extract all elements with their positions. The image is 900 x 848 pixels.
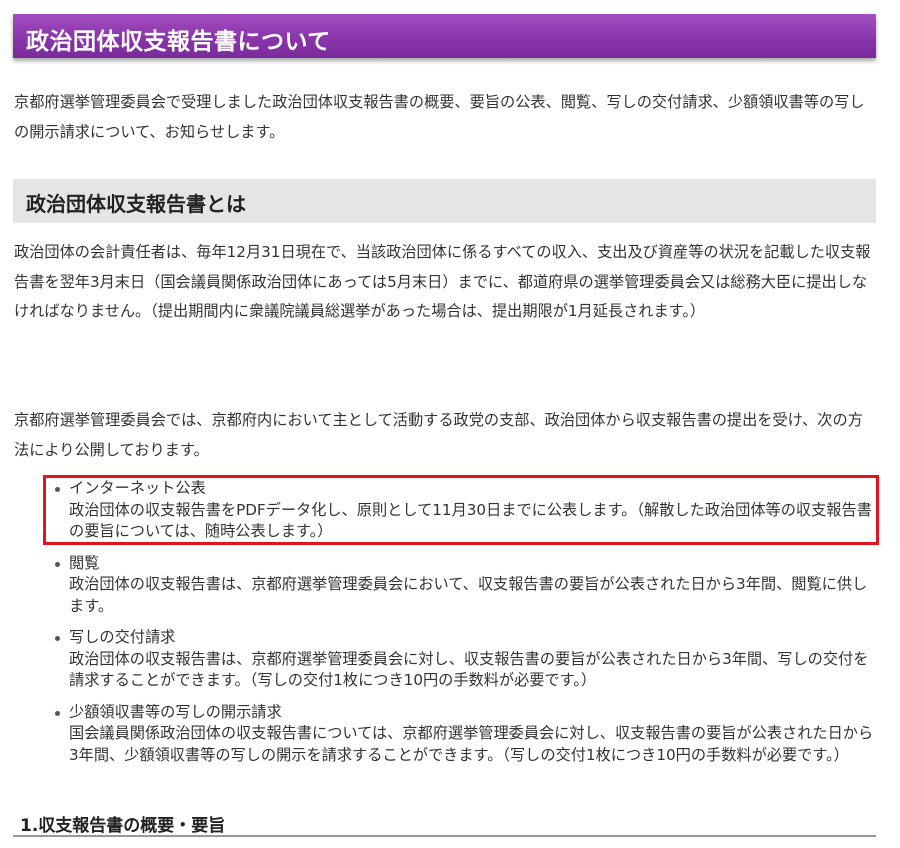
item-title: 閲覧 [69,553,100,572]
intro-paragraph: 京都府選挙管理委員会で受理しました政治団体収支報告書の概要、要旨の公表、閲覧、写… [14,93,865,141]
page: 政治団体収支報告書について 京都府選挙管理委員会で受理しました政治団体収支報告書… [0,0,900,848]
bullet-icon [55,636,60,641]
item-description: 政治団体の収支報告書は、京都府選挙管理委員会において、収支報告書の要旨が公表され… [69,575,868,615]
section-heading-bar: 政治団体収支報告書とは [13,179,876,223]
list-item-receipt-disclosure: 少額領収書等の写しの開示請求 国会議員関係政治団体の収支報告書については、京都府… [55,702,880,767]
page-title: 政治団体収支報告書について [26,29,331,55]
item-description: 政治団体の収支報告書は、京都府選挙管理委員会に対し、収支報告書の要旨が公表された… [69,649,869,690]
list-item-inspection: 閲覧 政治団体の収支報告書は、京都府選挙管理委員会において、収支報告書の要旨が公… [55,553,880,618]
page-title-bar: 政治団体収支報告書について [13,14,876,58]
item-description: 国会議員関係政治団体の収支報告書については、京都府選挙管理委員会に対し、収支報告… [69,724,874,764]
definition-paragraph: 政治団体の会計責任者は、毎年12月31日現在で、当該政治団体に係るすべての収入、… [14,243,871,320]
section-heading: 政治団体収支報告書とは [26,192,246,216]
item-title: 写しの交付請求 [69,628,176,646]
bullet-icon [55,561,60,567]
bullet-icon [55,710,60,716]
highlight-box [43,475,879,545]
subsection-divider [13,835,876,837]
subsection-heading: 1.収支報告書の概要・要旨 [20,816,226,836]
disclosure-paragraph: 京都府選挙管理委員会では、京都府内において主として活動する政党の支部、政治団体か… [14,411,863,459]
item-title: 少額領収書等の写しの開示請求 [69,702,282,721]
list-item-copy-request: 写しの交付請求 政治団体の収支報告書は、京都府選挙管理委員会に対し、収支報告書の… [55,627,880,692]
